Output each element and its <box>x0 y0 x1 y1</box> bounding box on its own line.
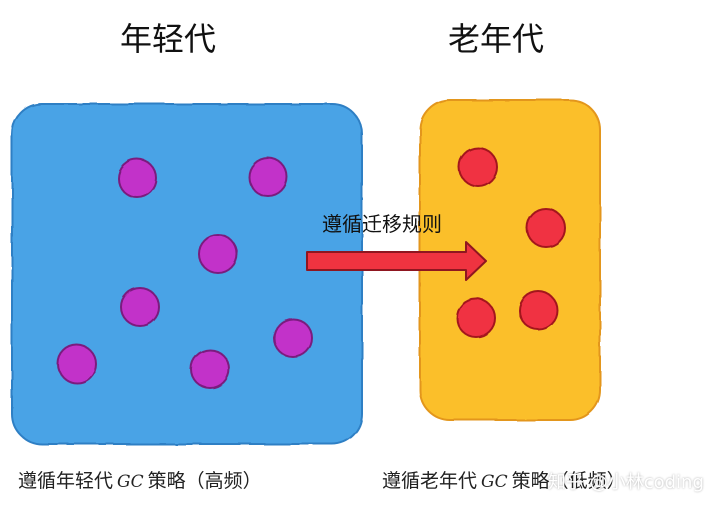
young-caption-gc: GC <box>117 472 144 492</box>
watermark: 知乎 @小林coding <box>548 472 704 493</box>
young-object <box>117 158 157 198</box>
young-object <box>273 318 313 358</box>
young-gc-caption: 遵循年轻代 GC 策略（高频） <box>18 466 262 493</box>
young-object <box>120 287 160 327</box>
young-generation-box <box>11 103 363 445</box>
young-caption-prefix: 遵循年轻代 <box>18 470 114 492</box>
old-caption-gc: GC <box>481 472 508 492</box>
old-caption-prefix: 遵循老年代 <box>382 470 478 492</box>
young-caption-suffix: 策略（高频） <box>147 470 262 492</box>
young-object <box>198 234 238 274</box>
young-object <box>57 344 97 384</box>
old-object <box>518 290 558 330</box>
old-object <box>456 298 496 338</box>
migration-rule-label: 遵循迁移规则 <box>322 212 442 236</box>
old-object <box>458 147 498 187</box>
generations-diagram <box>11 99 601 445</box>
old-object <box>526 208 566 248</box>
young-object <box>190 349 230 389</box>
young-object <box>248 157 288 197</box>
